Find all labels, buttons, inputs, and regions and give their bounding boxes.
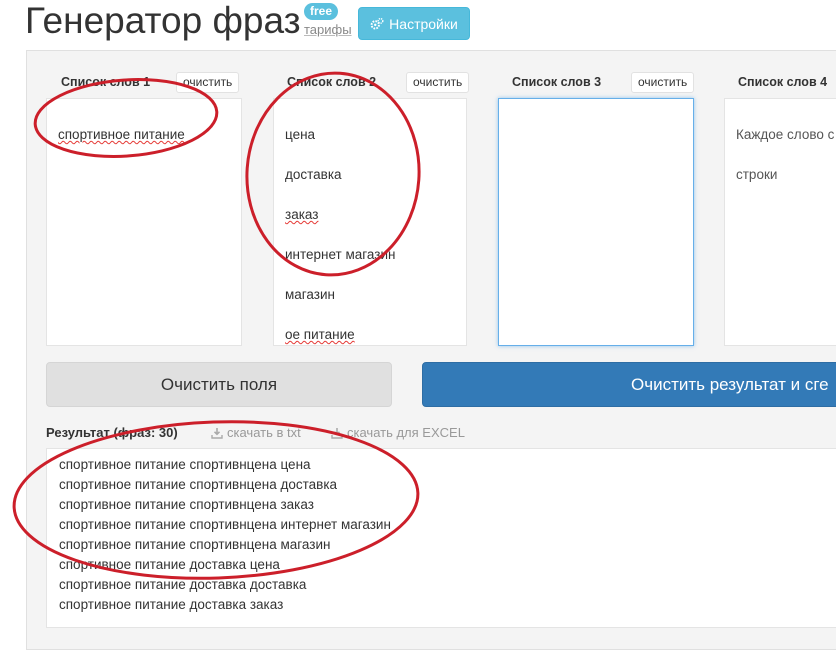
result-textarea[interactable]: спортивное питание спортивнцена цена спо… <box>46 448 836 628</box>
settings-button[interactable]: Настройки <box>358 7 470 40</box>
result-line: спортивное питание спортивнцена цена <box>59 457 311 472</box>
download-excel-label: скачать для EXCEL <box>347 425 465 440</box>
page-title: Генератор фраз <box>25 0 301 41</box>
header: Генератор фраз free тарифы Настройки <box>0 0 836 50</box>
download-icon <box>331 428 343 439</box>
result-line: спортивное питание спортивнцена интернет… <box>59 517 391 532</box>
download-txt-label: скачать в txt <box>227 425 301 440</box>
word-line: спортивное питание <box>58 127 185 142</box>
word-line: заказ <box>285 207 319 222</box>
word-line: доставка <box>285 167 342 182</box>
word-list-textarea[interactable]: Каждое слово с строки <box>724 98 836 346</box>
list-title: Список слов 3 <box>512 75 602 89</box>
list-title: Список слов 2 <box>287 75 377 89</box>
list-title: Список слов 4 <box>738 75 828 89</box>
clear-fields-button[interactable]: Очистить поля <box>46 362 392 407</box>
gears-icon <box>370 17 384 30</box>
result-line: спортивное питание доставка доставка <box>59 577 307 592</box>
download-icon <box>211 428 223 439</box>
result-count-label: Результат (фраз: 30) <box>46 425 178 440</box>
word-list-textarea[interactable]: спортивное питание <box>46 98 242 346</box>
word-line: магазин <box>285 287 335 302</box>
placeholder-line: Каждое слово с <box>736 127 835 142</box>
result-line: спортивное питание спортивнцена доставка <box>59 477 338 492</box>
free-badge: free <box>304 3 339 20</box>
plan-group: free тарифы <box>303 2 352 38</box>
list-title: Список слов 1 <box>61 75 151 89</box>
result-line: спортивное питание спортивнцена заказ <box>59 497 314 512</box>
result-line: спортивное питание спортивнцена магазин <box>59 537 331 552</box>
clear-result-generate-button[interactable]: Очистить результат и сге <box>422 362 836 407</box>
clear-list-button[interactable]: очистить <box>176 72 240 93</box>
word-list-textarea[interactable] <box>498 98 694 346</box>
clear-list-button[interactable]: очистить <box>631 72 695 93</box>
word-line: цена <box>285 127 316 142</box>
plans-link[interactable]: тарифы <box>304 22 352 37</box>
word-list-textarea[interactable]: цена доставка заказ интернет магазин маг… <box>273 98 467 346</box>
download-txt-link[interactable]: скачать в txt <box>211 425 301 441</box>
download-excel-link[interactable]: скачать для EXCEL <box>331 425 465 441</box>
placeholder-line: строки <box>736 167 778 182</box>
word-line: ое питание <box>285 327 355 342</box>
result-line: спортивное питание доставка заказ <box>59 597 284 612</box>
word-line: интернет магазин <box>285 247 396 262</box>
settings-label: Настройки <box>389 15 458 32</box>
result-line: спортивное питание доставка цена <box>59 557 280 572</box>
clear-list-button[interactable]: очистить <box>406 72 470 93</box>
